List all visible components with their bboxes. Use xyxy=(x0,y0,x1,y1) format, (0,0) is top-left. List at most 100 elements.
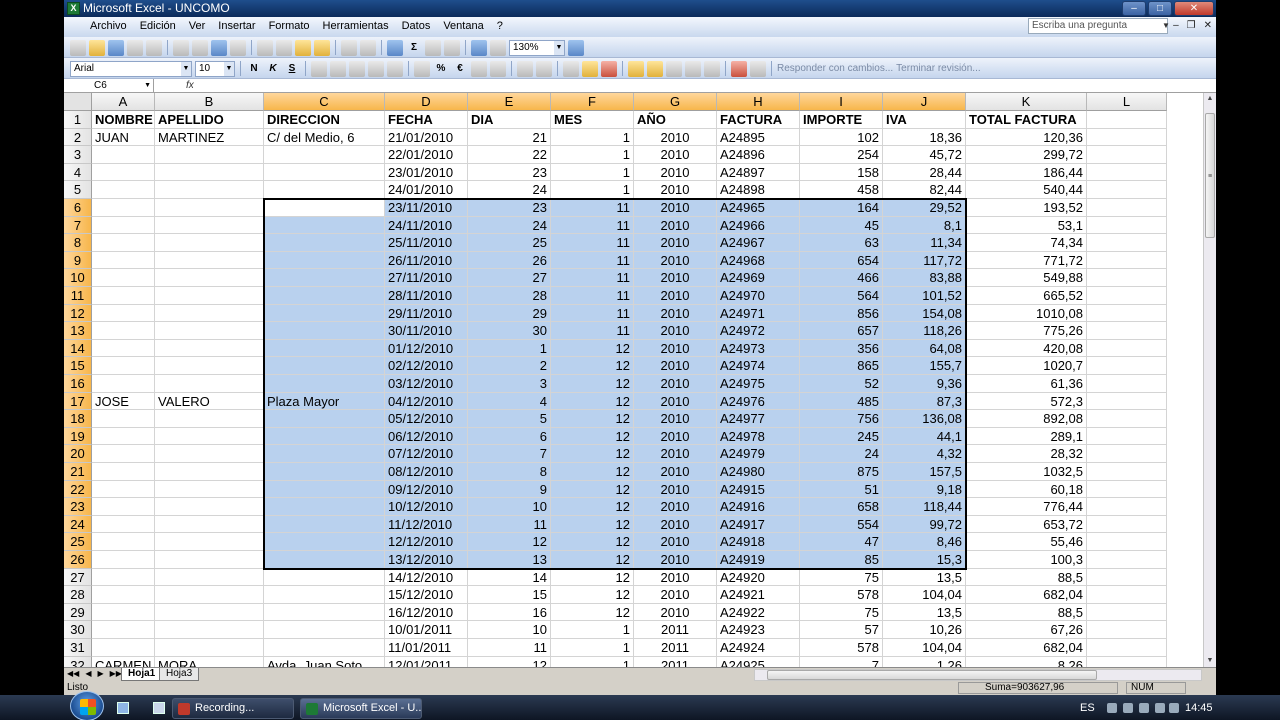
grid-cell[interactable] xyxy=(1087,181,1167,199)
permission-icon[interactable] xyxy=(127,39,143,56)
grid-cell[interactable] xyxy=(92,287,155,305)
borders-icon[interactable] xyxy=(563,60,579,77)
grid-cell[interactable] xyxy=(1087,480,1167,499)
grid-cell[interactable]: 61,36 xyxy=(966,375,1087,393)
grid-cell[interactable]: 12 xyxy=(468,656,551,667)
header-cell[interactable] xyxy=(1087,111,1167,129)
horizontal-scrollbar[interactable] xyxy=(754,669,1202,681)
grid-cell[interactable]: 03/12/2010 xyxy=(385,375,468,393)
grid-cell[interactable]: 458 xyxy=(800,181,883,199)
grid-cell[interactable]: 12 xyxy=(551,339,634,358)
grid-cell[interactable]: 2010 xyxy=(634,251,717,270)
grid-cell[interactable]: 12/12/2010 xyxy=(385,533,468,551)
row-header[interactable]: 19 xyxy=(64,427,92,446)
grid-cell[interactable] xyxy=(92,234,155,252)
grid-cell[interactable]: 8,1 xyxy=(883,216,966,235)
grid-cell[interactable]: 23/11/2010 xyxy=(385,199,468,217)
grid-cell[interactable]: Plaza Mayor xyxy=(264,392,385,411)
row-header[interactable]: 7 xyxy=(64,216,92,235)
grid-cell[interactable]: 24 xyxy=(800,445,883,463)
header-cell[interactable]: TOTAL FACTURA xyxy=(966,111,1087,129)
font-name-select[interactable]: Arial ▼ xyxy=(70,60,192,77)
header-cell[interactable]: FECHA xyxy=(385,111,468,129)
open-icon[interactable] xyxy=(89,39,105,56)
grid-cell[interactable]: 75 xyxy=(800,568,883,587)
row-header[interactable]: 29 xyxy=(64,603,92,622)
grid-cell[interactable]: 775,26 xyxy=(966,322,1087,340)
grid-cell[interactable]: A24923 xyxy=(717,621,800,639)
column-header-k[interactable]: K xyxy=(966,93,1087,111)
grid-cell[interactable] xyxy=(264,322,385,340)
grid-cell[interactable]: 15,3 xyxy=(883,551,966,569)
grid-cell[interactable]: 771,72 xyxy=(966,251,1087,270)
grid-cell[interactable]: 25 xyxy=(468,234,551,252)
grid-cell[interactable]: 75 xyxy=(800,603,883,622)
grid-cell[interactable]: 2010 xyxy=(634,146,717,164)
sort-ascending-icon[interactable] xyxy=(425,39,441,56)
grid-cell[interactable]: 2010 xyxy=(634,445,717,463)
grid-cell[interactable]: 1 xyxy=(551,621,634,639)
select-all-button[interactable] xyxy=(64,93,92,111)
align-left-icon[interactable] xyxy=(311,60,327,77)
grid-cell[interactable]: A24925 xyxy=(717,656,800,667)
grid-cell[interactable]: 12 xyxy=(551,568,634,587)
print-icon[interactable] xyxy=(173,39,189,56)
column-header-i[interactable]: I xyxy=(800,93,883,111)
grid-cell[interactable] xyxy=(1087,392,1167,411)
increase-decimal-icon[interactable] xyxy=(471,60,487,77)
grid-cell[interactable]: 10 xyxy=(468,498,551,516)
grid-cell[interactable]: 9 xyxy=(468,480,551,499)
grid-cell[interactable] xyxy=(264,181,385,199)
start-button[interactable] xyxy=(70,691,104,720)
grid-cell[interactable]: 12 xyxy=(551,480,634,499)
row-header[interactable]: 14 xyxy=(64,339,92,358)
grid-cell[interactable] xyxy=(264,445,385,463)
grid-cell[interactable]: 540,44 xyxy=(966,181,1087,199)
grid-cell[interactable] xyxy=(92,304,155,323)
grid-cell[interactable] xyxy=(264,551,385,569)
grid-cell[interactable]: 682,04 xyxy=(966,639,1087,657)
row-header[interactable]: 26 xyxy=(64,551,92,569)
grid-cell[interactable]: 24/01/2010 xyxy=(385,181,468,199)
grid-cell[interactable]: 85 xyxy=(800,551,883,569)
grid-cell[interactable]: 28,32 xyxy=(966,445,1087,463)
column-header-c[interactable]: C xyxy=(264,93,385,111)
menu-item[interactable]: Edición xyxy=(140,20,176,32)
row-header[interactable]: 13 xyxy=(64,322,92,340)
grid-cell[interactable]: 2010 xyxy=(634,322,717,340)
grid-cell[interactable]: A24921 xyxy=(717,586,800,604)
grid-cell[interactable]: 6 xyxy=(468,427,551,446)
grid-cell[interactable]: 10/12/2010 xyxy=(385,498,468,516)
header-cell[interactable]: FACTURA xyxy=(717,111,800,129)
grid-cell[interactable]: 08/12/2010 xyxy=(385,463,468,481)
header-cell[interactable]: IVA xyxy=(883,111,966,129)
grid-cell[interactable]: A24917 xyxy=(717,515,800,534)
minimize-button[interactable]: – xyxy=(1122,1,1146,16)
grid-cell[interactable]: 15/12/2010 xyxy=(385,586,468,604)
name-box[interactable]: C6 ▼ xyxy=(64,79,154,92)
grid-cell[interactable]: 24/11/2010 xyxy=(385,216,468,235)
grid-cell[interactable]: 101,52 xyxy=(883,287,966,305)
grid-cell[interactable]: JUAN xyxy=(92,128,155,147)
grid-cell[interactable]: 120,36 xyxy=(966,128,1087,147)
menu-item[interactable]: Ventana xyxy=(443,20,483,32)
grid-cell[interactable]: 29/11/2010 xyxy=(385,304,468,323)
grid-cell[interactable]: A24970 xyxy=(717,287,800,305)
reviewing-icon[interactable] xyxy=(628,60,644,77)
grid-cell[interactable]: 23 xyxy=(468,199,551,217)
grid-cell[interactable]: 154,08 xyxy=(883,304,966,323)
grid-cell[interactable]: 865 xyxy=(800,357,883,375)
function-icon[interactable]: fx xyxy=(186,79,194,92)
grid-cell[interactable] xyxy=(92,269,155,287)
grid-cell[interactable]: 2010 xyxy=(634,128,717,147)
grid-cell[interactable]: 299,72 xyxy=(966,146,1087,164)
grid-cell[interactable] xyxy=(1087,445,1167,463)
grid-cell[interactable]: 2011 xyxy=(634,639,717,657)
grid-cell[interactable] xyxy=(155,375,264,393)
grid-cell[interactable]: 245 xyxy=(800,427,883,446)
grid-cell[interactable]: 29,52 xyxy=(883,199,966,217)
grid-cell[interactable]: 12 xyxy=(551,445,634,463)
grid-cell[interactable]: A24916 xyxy=(717,498,800,516)
grid-cell[interactable]: 1032,5 xyxy=(966,463,1087,481)
grid-cell[interactable]: 11 xyxy=(468,639,551,657)
